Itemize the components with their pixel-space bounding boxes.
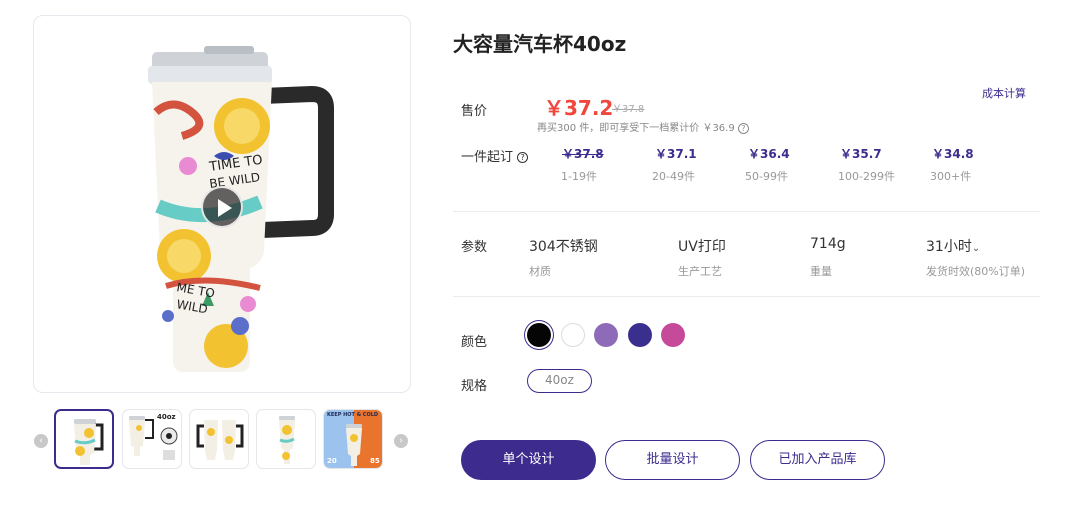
param-value: UV打印 xyxy=(678,239,726,255)
shipping-time-dropdown[interactable]: 31小时⌄ xyxy=(926,236,980,256)
thumb-next-arrow[interactable]: › xyxy=(394,434,408,448)
tier-quantity: 50-99件 xyxy=(745,170,788,183)
divider xyxy=(453,296,1040,297)
tier-price: ￥37.8 xyxy=(562,147,604,161)
thumb-cold-label: 20 xyxy=(327,457,337,465)
thumbnail-2[interactable]: 40oz xyxy=(122,409,182,469)
tier-quantity: 300+件 xyxy=(930,170,972,183)
tier-quantity: 100-299件 xyxy=(838,170,895,183)
thumb-hot-label: 85 xyxy=(370,457,380,465)
color-swatch-magenta[interactable] xyxy=(661,323,685,347)
chevron-down-icon: ⌄ xyxy=(971,243,981,254)
tier-discount-hint-text: 再买300 件，即可享受下一档累计价 ￥36.9 xyxy=(537,123,735,134)
tier-quantity: 1-19件 xyxy=(561,170,597,183)
tier-label: 一件起订 xyxy=(461,150,514,165)
thumb-tumbler-icon xyxy=(196,420,244,460)
thumbnail-5[interactable]: KEEP HOT & COLD 20 85 xyxy=(323,409,383,469)
tier-label-row: 一件起订 ? xyxy=(461,146,529,165)
color-label: 颜色 xyxy=(461,335,488,350)
color-swatch-purple[interactable] xyxy=(594,323,618,347)
param-value: 31小时 xyxy=(926,239,972,255)
color-swatch-black[interactable] xyxy=(527,323,551,347)
thumb-tumbler-icon xyxy=(279,416,295,464)
added-to-library-button[interactable]: 已加入产品库 xyxy=(750,440,885,480)
thumbnail-4[interactable] xyxy=(256,409,316,469)
param-value: 304不锈钢 xyxy=(529,239,598,255)
spec-label: 规格 xyxy=(461,379,488,394)
thumb-tumbler-icon xyxy=(74,419,104,465)
product-main-image[interactable]: TIME TO BE WILD ME TO WILD xyxy=(33,15,411,393)
param-key: 生产工艺 xyxy=(678,265,722,278)
original-price: ￥37.8 xyxy=(612,104,645,115)
divider xyxy=(453,211,1040,212)
tier-price: ￥37.1 xyxy=(655,147,697,161)
param-key: 重量 xyxy=(810,265,832,278)
tier-price: ￥34.8 xyxy=(932,147,974,161)
color-swatch-white[interactable] xyxy=(561,323,585,347)
thumb-prev-arrow[interactable]: ‹ xyxy=(34,434,48,448)
price-label: 售价 xyxy=(461,104,488,119)
thumbnail-3[interactable] xyxy=(189,409,249,469)
params-label: 参数 xyxy=(461,240,488,255)
batch-design-button[interactable]: 批量设计 xyxy=(605,440,740,480)
play-video-button[interactable] xyxy=(201,186,243,228)
current-price: ￥37.2 xyxy=(544,96,614,120)
param-value: 714g xyxy=(810,236,846,252)
thumb-banner-text: KEEP HOT & COLD xyxy=(327,412,379,418)
tier-price: ￥36.4 xyxy=(748,147,790,161)
param-key: 发货时效(80%订单) xyxy=(926,265,1026,278)
help-icon[interactable]: ? xyxy=(737,122,749,134)
tier-discount-hint: 再买300 件，即可享受下一档累计价 ￥36.9 ? xyxy=(537,119,749,134)
single-design-button[interactable]: 单个设计 xyxy=(461,440,596,480)
help-icon[interactable]: ? xyxy=(517,152,529,163)
thumbnail-1[interactable] xyxy=(54,409,114,469)
color-swatch-navy[interactable] xyxy=(628,323,652,347)
product-title: 大容量汽车杯40oz xyxy=(453,32,627,56)
tier-quantity: 20-49件 xyxy=(652,170,695,183)
thumb-capacity-caption: 40oz xyxy=(157,413,176,421)
tier-price: ￥35.7 xyxy=(840,147,882,161)
param-key: 材质 xyxy=(529,265,551,278)
spec-option-40oz[interactable]: 40oz xyxy=(527,369,592,393)
cost-calculation-link[interactable]: 成本计算 xyxy=(982,85,1026,101)
